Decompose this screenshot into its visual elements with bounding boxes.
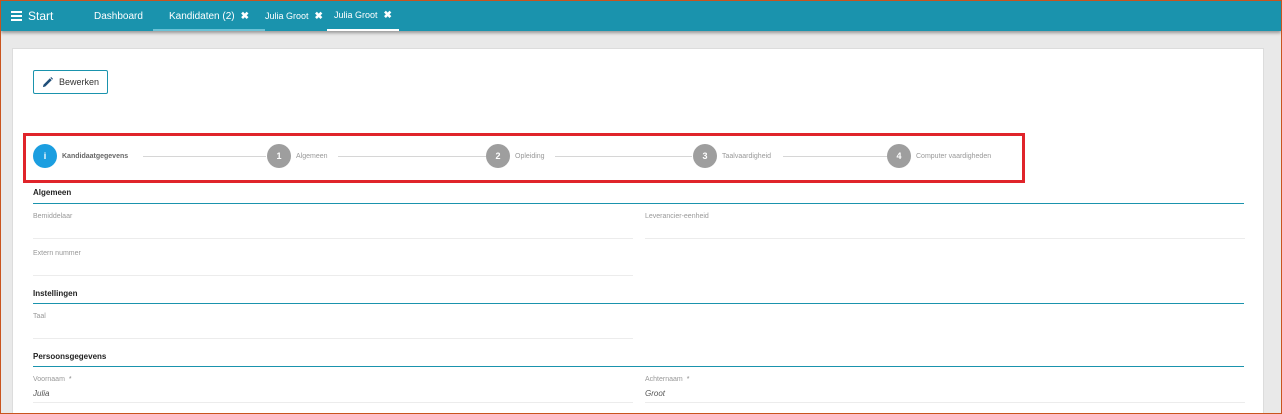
achternaam-label-text: Achternaam	[645, 376, 683, 383]
tab-label: Dashboard	[94, 10, 143, 22]
tab-label: Julia Groot	[265, 11, 309, 21]
step-number-badge: 2	[486, 144, 510, 168]
bemiddelaar-label: Bemiddelaar	[33, 213, 73, 220]
taal-label: Taal	[33, 313, 46, 320]
section-title-algemeen: Algemeen	[33, 188, 72, 197]
voornaam-label-text: Voornaam	[33, 376, 65, 383]
required-marker: *	[686, 376, 690, 383]
step-connector	[555, 156, 692, 157]
bemiddelaar-field[interactable]	[33, 238, 633, 239]
extern-nummer-label: Extern nummer	[33, 250, 81, 257]
section-divider	[33, 203, 1244, 204]
close-icon[interactable]: ✖	[315, 11, 323, 22]
start-menu-button[interactable]: Start	[11, 7, 53, 25]
step-computer-vaardigheden[interactable]: 4 Computer vaardigheden	[887, 144, 991, 168]
section-title-instellingen: Instellingen	[33, 289, 78, 298]
edit-button[interactable]: Bewerken	[33, 70, 108, 94]
hamburger-icon	[11, 11, 22, 21]
close-icon[interactable]: ✖	[384, 10, 392, 21]
step-label: Opleiding	[515, 152, 545, 160]
step-opleiding[interactable]: 2 Opleiding	[486, 144, 545, 168]
voornaam-label: Voornaam *	[33, 376, 72, 383]
tab-dashboard[interactable]: Dashboard	[94, 1, 143, 31]
tab-kandidaten[interactable]: Kandidaten (2) ✖	[153, 1, 265, 31]
required-marker: *	[68, 376, 72, 383]
step-connector	[143, 156, 266, 157]
achternaam-field	[645, 402, 1245, 403]
section-title-persoonsgegevens: Persoonsgegevens	[33, 352, 107, 361]
step-number-badge: 4	[887, 144, 911, 168]
info-icon: i	[33, 144, 57, 168]
step-kandidaatgegevens[interactable]: i Kandidaatgegevens	[33, 144, 128, 168]
tab-label: Julia Groot	[334, 10, 378, 20]
top-navigation-bar: Start Dashboard Kandidaten (2) ✖ Julia G…	[1, 1, 1281, 31]
close-icon[interactable]: ✖	[241, 11, 249, 22]
voornaam-field	[33, 402, 633, 403]
tab-julia-groot-1[interactable]: Julia Groot ✖	[265, 1, 323, 31]
app-window: Start Dashboard Kandidaten (2) ✖ Julia G…	[0, 0, 1282, 414]
tab-julia-groot-2[interactable]: Julia Groot ✖	[327, 1, 399, 31]
step-taalvaardigheid[interactable]: 3 Taalvaardigheid	[693, 144, 771, 168]
extern-nummer-field[interactable]	[33, 275, 633, 276]
leverancier-eenheid-field[interactable]	[645, 238, 1245, 239]
leverancier-eenheid-label: Leverancier-eenheid	[645, 213, 709, 220]
step-label: Computer vaardigheden	[916, 152, 992, 160]
step-label: Taalvaardigheid	[722, 152, 772, 160]
voornaam-value[interactable]: Julia	[33, 389, 49, 398]
section-divider	[33, 303, 1244, 304]
achternaam-value[interactable]: Groot	[645, 389, 665, 398]
tab-label: Kandidaten (2)	[169, 10, 235, 22]
step-number-badge: 3	[693, 144, 717, 168]
start-menu-label: Start	[28, 9, 54, 23]
taal-field[interactable]	[33, 338, 633, 339]
step-label: Algemeen	[296, 152, 328, 160]
section-divider	[33, 366, 1244, 367]
edit-button-label: Bewerken	[58, 77, 100, 87]
pencil-icon	[42, 76, 53, 87]
step-number-badge: 1	[267, 144, 291, 168]
candidate-detail-card: Bewerken i Kandidaatgegevens 1 Algemeen …	[12, 48, 1264, 413]
step-label: Kandidaatgegevens	[62, 152, 129, 160]
achternaam-label: Achternaam *	[645, 376, 689, 383]
step-algemeen[interactable]: 1 Algemeen	[267, 144, 328, 168]
step-connector	[783, 156, 887, 157]
step-connector	[338, 156, 486, 157]
